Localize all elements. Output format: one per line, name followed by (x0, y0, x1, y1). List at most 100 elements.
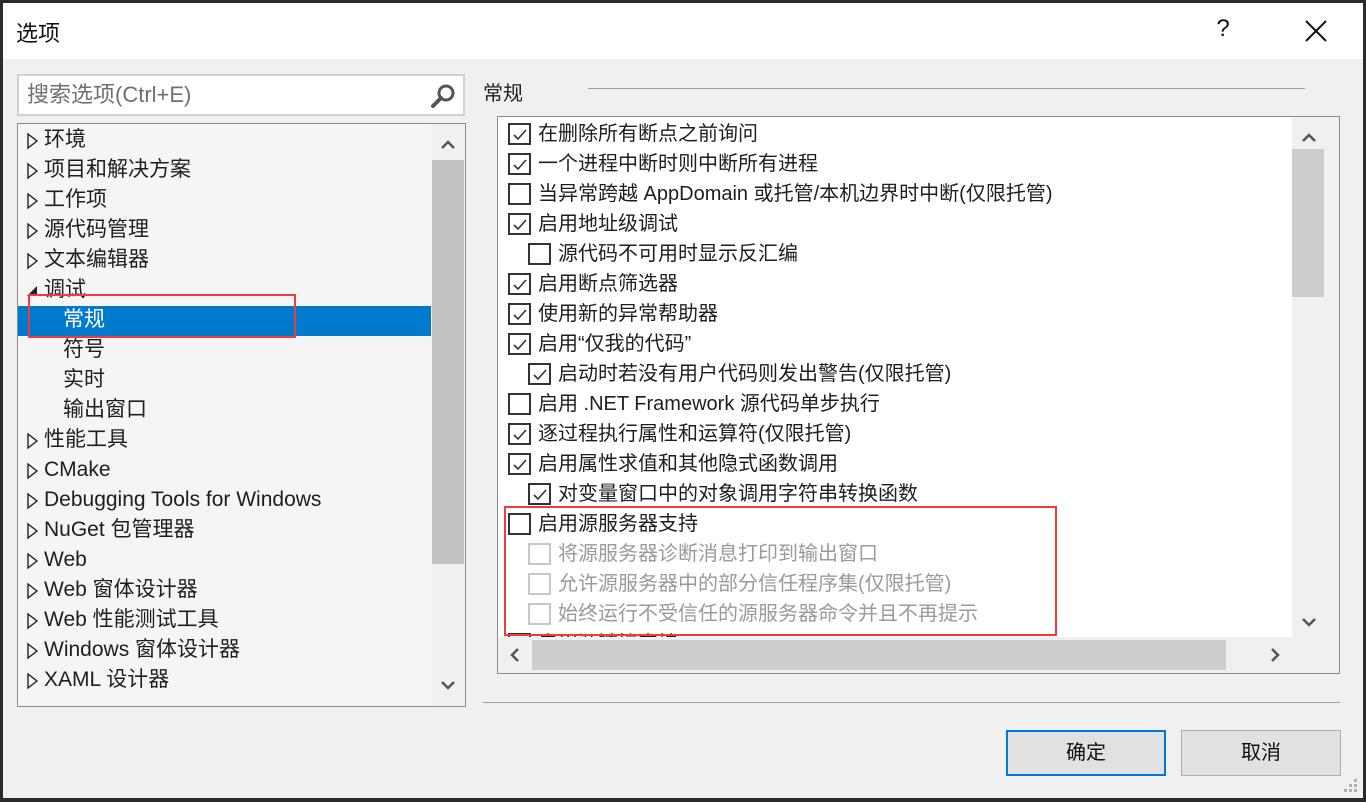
tree-item-label: 性能工具 (44, 428, 128, 451)
option-label: 启用 .NET Framework 源代码单步执行 (538, 393, 880, 415)
tree-item-label: 源代码管理 (44, 218, 149, 241)
tree-scroll-down-button[interactable] (431, 668, 465, 702)
checkmark-icon (513, 339, 527, 351)
checkbox[interactable] (508, 123, 531, 145)
checkbox[interactable] (508, 273, 531, 295)
checkmark-icon (533, 489, 547, 501)
tree-item[interactable]: 常规 (18, 306, 431, 336)
tree-item[interactable]: 环境 (18, 126, 431, 156)
tree-item-label: Debugging Tools for Windows (44, 488, 322, 511)
tree-item[interactable]: 文本编辑器 (18, 246, 431, 276)
tree-item[interactable]: 性能工具 (18, 426, 431, 456)
tree-item[interactable]: CMake (18, 456, 431, 486)
expand-arrow-icon[interactable] (26, 666, 40, 696)
tree-item[interactable]: Windows 窗体设计器 (18, 636, 431, 666)
tree-scroll-thumb[interactable] (432, 160, 464, 564)
expand-arrow-icon[interactable] (26, 576, 40, 606)
tree-item[interactable]: 项目和解决方案 (18, 156, 431, 186)
checkmark-icon (513, 159, 527, 171)
option-label: 启用地址级调试 (538, 213, 678, 235)
options-vertical-scrollbar[interactable] (1292, 117, 1326, 637)
option-label: 启动时若没有用户代码则发出警告(仅限托管) (558, 363, 952, 385)
checkmark-icon (513, 279, 527, 291)
checkbox[interactable] (508, 213, 531, 235)
checkmark-icon (513, 459, 527, 471)
options-scroll-left-button[interactable] (498, 638, 532, 672)
option-label: 对变量窗口中的对象调用字符串转换函数 (558, 483, 918, 505)
tree-item[interactable]: Web (18, 546, 431, 576)
resize-grip-icon[interactable] (1343, 778, 1359, 794)
checkmark-icon (533, 369, 547, 381)
checkbox[interactable] (508, 513, 531, 535)
tree-item-label: Web 窗体设计器 (44, 578, 198, 601)
tree-item-label: 常规 (63, 308, 105, 331)
options-scroll-down-button[interactable] (1292, 607, 1326, 637)
expand-arrow-icon[interactable] (26, 246, 40, 276)
expand-arrow-icon[interactable] (26, 426, 40, 456)
ok-button[interactable]: 确定 (1006, 730, 1166, 776)
option-label: 使用新的异常帮助器 (538, 303, 718, 325)
checkbox[interactable] (508, 153, 531, 175)
option-label: 允许源服务器中的部分信任程序集(仅限托管) (558, 573, 952, 595)
options-vertical-scroll-thumb[interactable] (1292, 149, 1324, 297)
checkbox[interactable] (508, 333, 531, 355)
chevron-down-icon (441, 681, 455, 690)
tree-item-label: 项目和解决方案 (44, 158, 191, 181)
options-list: 在删除所有断点之前询问 一个进程中断时则中断所有进程 当异常跨越 AppDomain… (497, 116, 1340, 674)
tree-item[interactable]: NuGet 包管理器 (18, 516, 431, 546)
options-horizontal-scroll-thumb[interactable] (532, 640, 1226, 670)
tree-item[interactable]: 源代码管理 (18, 216, 431, 246)
checkmark-icon (513, 129, 527, 141)
tree-item[interactable]: Debugging Tools for Windows (18, 486, 431, 516)
search-box[interactable] (17, 74, 465, 116)
tree-vertical-scrollbar[interactable] (431, 124, 465, 706)
expand-arrow-icon[interactable] (26, 516, 40, 546)
expand-arrow-icon[interactable] (26, 156, 40, 186)
expand-arrow-icon[interactable] (26, 186, 40, 216)
tree-item[interactable]: 调试 (18, 276, 431, 306)
options-horizontal-scrollbar[interactable] (498, 638, 1326, 672)
tree-scroll-up-button[interactable] (431, 128, 465, 162)
tree-item-label: 环境 (44, 128, 86, 151)
collapse-arrow-icon[interactable] (26, 276, 40, 306)
expand-arrow-icon[interactable] (26, 636, 40, 666)
checkbox[interactable] (508, 393, 531, 415)
tree-item[interactable]: 符号 (18, 336, 431, 366)
checkbox[interactable] (508, 633, 531, 637)
checkbox[interactable] (508, 303, 531, 325)
help-button[interactable]: ? (1208, 15, 1238, 49)
options-scroll-right-button[interactable] (1258, 638, 1292, 672)
checkbox[interactable] (508, 183, 531, 205)
expand-arrow-icon[interactable] (26, 546, 40, 576)
tree-item-label: 文本编辑器 (44, 248, 149, 271)
expand-arrow-icon[interactable] (26, 126, 40, 156)
checkbox[interactable] (528, 363, 551, 385)
checkmark-icon (513, 429, 527, 441)
checkbox[interactable] (508, 423, 531, 445)
tree-item[interactable]: 工作项 (18, 186, 431, 216)
checkbox[interactable] (528, 243, 551, 265)
tree-item[interactable]: XAML 设计器 (18, 666, 431, 696)
expand-arrow-icon[interactable] (26, 456, 40, 486)
expand-arrow-icon[interactable] (26, 606, 40, 636)
tree-item[interactable]: Web 性能测试工具 (18, 606, 431, 636)
option-label: 启用属性求值和其他隐式函数调用 (538, 453, 838, 475)
option-label: 始终运行不受信任的源服务器命令并且不再提示 (558, 603, 978, 625)
expand-arrow-icon[interactable] (26, 216, 40, 246)
search-input[interactable] (19, 76, 419, 114)
option-label: 当异常跨越 AppDomain 或托管/本机边界时中断(仅限托管) (538, 183, 1053, 205)
tree-item[interactable]: 输出窗口 (18, 396, 431, 426)
search-icon[interactable] (429, 82, 457, 110)
tree-item-label: 工作项 (44, 188, 107, 211)
expand-arrow-icon[interactable] (26, 486, 40, 516)
cancel-button[interactable]: 取消 (1181, 730, 1341, 776)
close-button[interactable] (1298, 13, 1334, 49)
checkbox[interactable] (508, 453, 531, 475)
tree-item[interactable]: 实时 (18, 366, 431, 396)
tree-item[interactable]: Web 窗体设计器 (18, 576, 431, 606)
section-title: 常规 (483, 83, 523, 105)
chevron-down-icon (1302, 618, 1316, 627)
checkbox[interactable] (528, 483, 551, 505)
tree-item-label: Windows 窗体设计器 (44, 638, 241, 661)
tree-item-label: XAML 设计器 (44, 668, 170, 691)
